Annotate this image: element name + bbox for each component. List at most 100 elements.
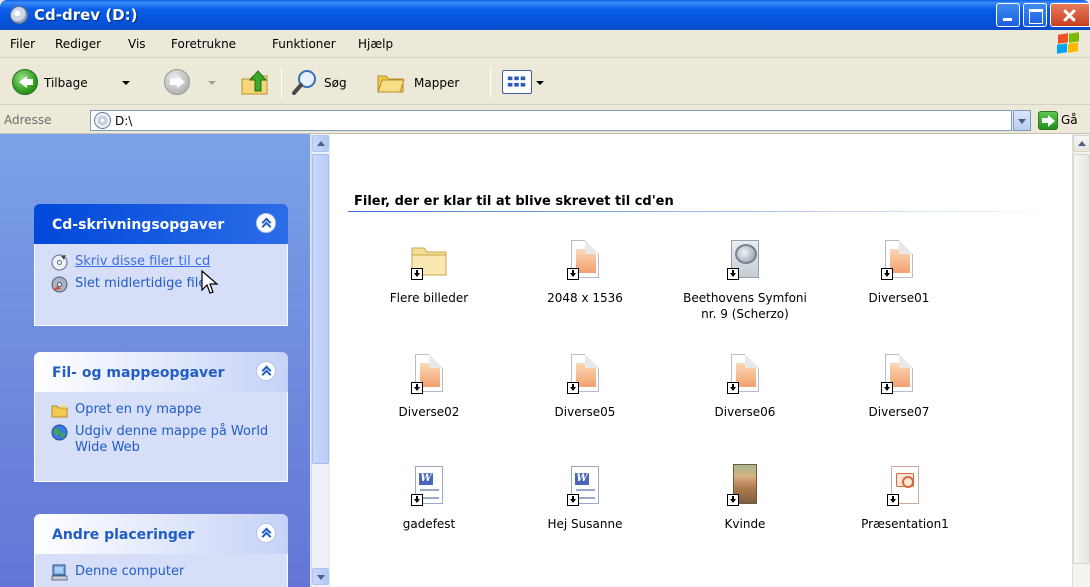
back-dropdown-chevron-icon[interactable] xyxy=(122,81,130,85)
go-arrow-icon[interactable] xyxy=(1038,111,1058,130)
menu-file[interactable]: Filer xyxy=(10,37,35,51)
panel-header[interactable]: Cd-skrivningsopgaver xyxy=(34,204,288,244)
file-item[interactable]: Præsentation1 xyxy=(840,464,970,532)
powerpoint-file-icon xyxy=(885,464,925,508)
content-scrollbar[interactable] xyxy=(1072,134,1090,587)
close-button[interactable] xyxy=(1050,3,1090,27)
task-label: Udgiv denne mappe på World Wide Web xyxy=(75,424,269,455)
file-item[interactable]: Diverse02 xyxy=(364,352,494,420)
task-delete-temp-files[interactable]: Slet midlertidige filer xyxy=(49,276,287,296)
back-button-label[interactable]: Tilbage xyxy=(44,76,88,90)
web-publish-icon xyxy=(51,424,68,441)
file-name: gadefest xyxy=(402,517,456,531)
file-name: Diverse06 xyxy=(714,405,776,419)
search-button-label[interactable]: Søg xyxy=(324,76,347,90)
menu-help[interactable]: Hjælp xyxy=(358,37,393,51)
image-file-icon xyxy=(879,238,919,282)
maximize-button[interactable] xyxy=(1023,3,1047,27)
go-button-label[interactable]: Gå xyxy=(1061,113,1078,127)
file-item[interactable]: W Hej Susanne xyxy=(520,464,650,532)
file-item[interactable]: 2048 x 1536 xyxy=(520,238,650,306)
file-name: Kvinde xyxy=(724,517,766,531)
scroll-up-arrow-icon[interactable] xyxy=(1073,135,1090,152)
folders-icon[interactable] xyxy=(376,70,406,94)
file-name: Beethovens Symfoni nr. 9 (Scherzo) xyxy=(683,291,807,321)
word-document-icon: W xyxy=(409,464,449,508)
group-heading: Filer, der er klar til at blive skrevet … xyxy=(354,194,674,209)
file-item[interactable]: Diverse05 xyxy=(520,352,650,420)
address-dropdown-chevron-icon[interactable] xyxy=(1013,110,1031,131)
file-name: Diverse02 xyxy=(398,405,460,419)
other-places-panel: Andre placeringer Denne computer xyxy=(34,514,288,587)
file-folder-tasks-panel: Fil- og mappeopgaver Opret en ny mappe U… xyxy=(34,352,288,482)
window-title: Cd-drev (D:) xyxy=(34,6,138,24)
title-bar[interactable]: Cd-drev (D:) xyxy=(0,0,1090,30)
menu-favorites[interactable]: Foretrukne xyxy=(171,37,236,51)
forward-arrow-icon[interactable] xyxy=(164,69,190,95)
cd-drive-icon xyxy=(94,112,111,129)
collapse-chevron-icon[interactable] xyxy=(256,523,276,543)
group-divider xyxy=(348,211,1058,212)
file-item[interactable]: W gadefest xyxy=(364,464,494,532)
file-name: Diverse07 xyxy=(868,405,930,419)
search-icon[interactable] xyxy=(292,69,318,95)
task-publish-to-web[interactable]: Udgiv denne mappe på World Wide Web xyxy=(49,424,287,460)
scroll-thumb[interactable] xyxy=(1073,154,1090,564)
task-write-to-cd[interactable]: Skriv disse filer til cd xyxy=(49,254,287,274)
menu-view[interactable]: Vis xyxy=(128,37,146,51)
task-label: Denne computer xyxy=(75,564,185,579)
file-item[interactable]: Diverse07 xyxy=(834,352,964,420)
pending-write-arrow-icon xyxy=(881,268,893,280)
collapse-chevron-icon[interactable] xyxy=(256,213,276,233)
delete-temp-icon xyxy=(51,276,68,293)
scroll-up-arrow-icon[interactable] xyxy=(312,135,329,152)
file-item[interactable]: Diverse06 xyxy=(680,352,810,420)
file-name: Diverse05 xyxy=(554,405,616,419)
photo-thumbnail-icon xyxy=(725,464,765,508)
file-item[interactable]: Flere billeder xyxy=(364,238,494,306)
views-dropdown-chevron-icon[interactable] xyxy=(536,81,544,85)
views-icon[interactable] xyxy=(502,70,532,94)
panel-title: Cd-skrivningsopgaver xyxy=(52,217,225,233)
media-file-icon xyxy=(725,238,765,282)
task-pane-scrollbar[interactable] xyxy=(311,134,329,587)
file-name: Flere billeder xyxy=(389,291,469,305)
scroll-thumb[interactable] xyxy=(312,154,329,464)
file-name: Diverse01 xyxy=(868,291,930,305)
pending-write-arrow-icon xyxy=(411,494,423,506)
pending-write-arrow-icon xyxy=(887,494,899,506)
panel-header[interactable]: Fil- og mappeopgaver xyxy=(34,352,288,392)
task-label: Slet midlertidige filer xyxy=(75,276,212,291)
folder-up-icon[interactable] xyxy=(240,67,270,97)
file-item[interactable]: Kvinde xyxy=(680,464,810,532)
pending-write-arrow-icon xyxy=(727,382,739,394)
pending-write-arrow-icon xyxy=(567,382,579,394)
folders-button-label[interactable]: Mapper xyxy=(414,76,459,90)
new-folder-icon xyxy=(51,403,68,418)
menu-edit[interactable]: Rediger xyxy=(55,37,101,51)
cd-burn-icon xyxy=(51,254,68,271)
back-arrow-icon[interactable] xyxy=(12,69,38,95)
task-my-computer[interactable]: Denne computer xyxy=(49,564,287,584)
minimize-button[interactable] xyxy=(996,3,1020,27)
pending-write-arrow-icon xyxy=(411,382,423,394)
task-new-folder[interactable]: Opret en ny mappe xyxy=(49,402,287,422)
toolbar: Tilbage Søg Mapper xyxy=(0,59,1090,105)
file-item[interactable]: Beethovens Symfoni nr. 9 (Scherzo) xyxy=(675,238,815,322)
panel-title: Fil- og mappeopgaver xyxy=(52,365,225,381)
forward-dropdown-chevron-icon[interactable] xyxy=(208,81,216,85)
scroll-down-arrow-icon[interactable] xyxy=(312,568,329,585)
address-value: D:\ xyxy=(115,114,133,128)
file-name: 2048 x 1536 xyxy=(547,291,623,305)
task-pane: Cd-skrivningsopgaver Skriv disse filer t… xyxy=(0,134,310,587)
menu-tools[interactable]: Funktioner xyxy=(272,37,336,51)
address-input[interactable]: D:\ xyxy=(90,110,1012,131)
file-item[interactable]: Diverse01 xyxy=(834,238,964,306)
panel-header[interactable]: Andre placeringer xyxy=(34,514,288,554)
collapse-chevron-icon[interactable] xyxy=(256,361,276,381)
image-file-icon xyxy=(409,352,449,396)
panel-body: Opret en ny mappe Udgiv denne mappe på W… xyxy=(34,392,288,482)
task-label: Skriv disse filer til cd xyxy=(75,254,211,269)
computer-icon xyxy=(51,564,68,581)
menu-bar: Filer Rediger Vis Foretrukne Funktioner … xyxy=(0,30,1090,58)
